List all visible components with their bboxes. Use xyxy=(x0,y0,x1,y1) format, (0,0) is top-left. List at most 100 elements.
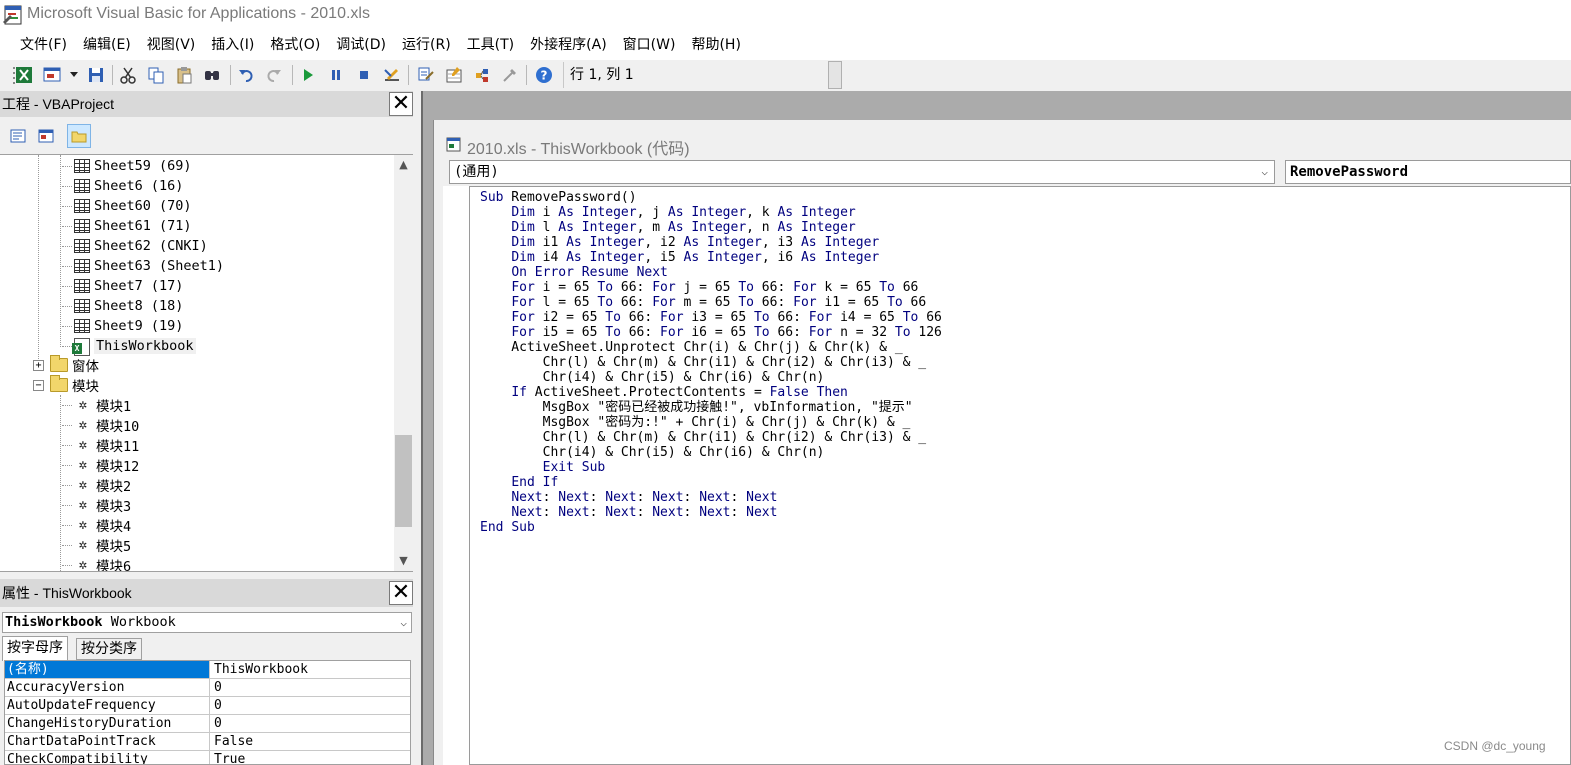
toggle-folders-button[interactable] xyxy=(67,124,91,148)
run-icon[interactable] xyxy=(298,65,318,85)
chevron-down-icon[interactable]: ⌵ xyxy=(1261,161,1268,183)
object-combo[interactable]: (通用) ⌵ xyxy=(449,160,1275,184)
paste-icon[interactable] xyxy=(174,65,194,85)
menu-edit[interactable]: 编辑(E) xyxy=(75,31,139,59)
menu-file[interactable]: 文件(F) xyxy=(12,31,75,59)
code-line[interactable]: Chr(l) & Chr(m) & Chr(i1) & Chr(i2) & Ch… xyxy=(480,355,942,370)
tree-item-sheet[interactable]: Sheet6 (16) xyxy=(62,176,183,196)
menu-insert[interactable]: 插入(I) xyxy=(203,31,262,59)
tree-item-modules-folder[interactable]: 模块 xyxy=(50,375,99,395)
collapse-modules-toggle[interactable]: − xyxy=(33,380,44,391)
redo-icon[interactable] xyxy=(264,65,284,85)
toolbar-overflow-button[interactable] xyxy=(828,61,842,89)
property-row[interactable]: (名称) ThisWorkbook xyxy=(5,661,410,679)
reset-icon[interactable] xyxy=(354,65,374,85)
tree-item-sheet[interactable]: Sheet62 (CNKI) xyxy=(62,236,208,256)
code-line[interactable]: For i2 = 65 To 66: For i3 = 65 To 66: Fo… xyxy=(480,310,942,325)
project-explorer-icon[interactable] xyxy=(416,65,436,85)
code-line[interactable]: Sub RemovePassword() xyxy=(480,190,942,205)
tree-item-module[interactable]: ✲ 模块11 xyxy=(62,435,139,455)
copy-icon[interactable] xyxy=(146,65,166,85)
code-line[interactable]: Next: Next: Next: Next: Next: Next xyxy=(480,505,942,520)
code-line[interactable]: Dim l As Integer, m As Integer, n As Int… xyxy=(480,220,942,235)
view-excel-icon[interactable] xyxy=(14,65,34,85)
tree-item-module[interactable]: ✲ 模块12 xyxy=(62,455,139,475)
code-line[interactable]: Dim i4 As Integer, i5 As Integer, i6 As … xyxy=(480,250,942,265)
code-line[interactable]: Dim i1 As Integer, i2 As Integer, i3 As … xyxy=(480,235,942,250)
tree-item-sheet[interactable]: Sheet8 (18) xyxy=(62,296,183,316)
cut-icon[interactable] xyxy=(118,65,138,85)
tree-item-sheet[interactable]: Sheet61 (71) xyxy=(62,216,192,236)
project-tree[interactable]: Sheet59 (69) Sheet6 (16) Sheet60 (70) Sh… xyxy=(0,154,413,572)
tree-item-module[interactable]: ✲ 模块3 xyxy=(62,495,131,515)
code-line[interactable]: For i5 = 65 To 66: For i6 = 65 To 66: Fo… xyxy=(480,325,942,340)
tree-item-module[interactable]: ✲ 模块2 xyxy=(62,475,131,495)
tree-item-sheet[interactable]: Sheet7 (17) xyxy=(62,276,183,296)
scrollbar-thumb[interactable] xyxy=(395,435,412,527)
tab-categorized[interactable]: 按分类序 xyxy=(76,638,142,660)
menu-help[interactable]: 帮助(H) xyxy=(683,31,748,59)
object-browser-icon[interactable] xyxy=(472,65,492,85)
procedure-combo[interactable]: RemovePassword xyxy=(1285,160,1571,184)
menu-view[interactable]: 视图(V) xyxy=(139,31,204,59)
property-row[interactable]: ChartDataPointTrack False xyxy=(5,733,410,751)
tree-item-thisworkbook[interactable]: ThisWorkbook xyxy=(62,336,196,356)
tree-item-module[interactable]: ✲ 模块4 xyxy=(62,515,131,535)
tab-alphabetic[interactable]: 按字母序 xyxy=(2,636,68,661)
project-close-button[interactable]: ✕ xyxy=(389,92,413,116)
properties-close-button[interactable]: ✕ xyxy=(389,581,413,605)
chevron-down-icon[interactable]: ⌵ xyxy=(400,613,407,632)
undo-icon[interactable] xyxy=(236,65,256,85)
code-margin[interactable] xyxy=(443,186,470,765)
property-row[interactable]: ChangeHistoryDuration 0 xyxy=(5,715,410,733)
menu-window[interactable]: 窗口(W) xyxy=(615,31,684,59)
property-row[interactable]: AccuracyVersion 0 xyxy=(5,679,410,697)
code-line[interactable]: For l = 65 To 66: For m = 65 To 66: For … xyxy=(480,295,942,310)
break-icon[interactable] xyxy=(326,65,346,85)
code-line[interactable]: For i = 65 To 66: For j = 65 To 66: For … xyxy=(480,280,942,295)
code-line[interactable]: Dim i As Integer, j As Integer, k As Int… xyxy=(480,205,942,220)
code-line[interactable]: Chr(i4) & Chr(i5) & Chr(i6) & Chr(n) xyxy=(480,445,942,460)
scroll-down-icon[interactable]: ▼ xyxy=(394,552,413,570)
toolbox-icon[interactable] xyxy=(500,65,520,85)
property-row[interactable]: AutoUpdateFrequency 0 xyxy=(5,697,410,715)
project-tree-scrollbar[interactable]: ▲ ▼ xyxy=(394,155,413,571)
save-icon[interactable] xyxy=(86,65,106,85)
code-text[interactable]: Sub RemovePassword() Dim i As Integer, j… xyxy=(480,190,942,535)
menu-run[interactable]: 运行(R) xyxy=(394,31,459,59)
menu-tools[interactable]: 工具(T) xyxy=(459,31,522,59)
view-object-button[interactable] xyxy=(34,124,58,148)
object-selector[interactable]: ThisWorkbook Workbook ⌵ xyxy=(2,612,412,633)
code-line[interactable]: End If xyxy=(480,475,942,490)
code-line[interactable]: End Sub xyxy=(480,520,942,535)
property-row[interactable]: CheckCompatibility True xyxy=(5,751,410,764)
view-code-button[interactable] xyxy=(6,124,30,148)
code-line[interactable]: On Error Resume Next xyxy=(480,265,942,280)
code-line[interactable]: If ActiveSheet.ProtectContents = False T… xyxy=(480,385,942,400)
tree-item-sheet[interactable]: Sheet59 (69) xyxy=(62,156,192,176)
help-icon[interactable]: ? xyxy=(534,65,554,85)
expand-forms-toggle[interactable]: + xyxy=(33,360,44,371)
insert-dropdown-icon[interactable] xyxy=(64,65,84,85)
find-icon[interactable] xyxy=(202,65,222,85)
insert-userform-icon[interactable] xyxy=(42,65,62,85)
tree-item-module[interactable]: ✲ 模块1 xyxy=(62,395,131,415)
code-line[interactable]: Chr(i4) & Chr(i5) & Chr(i6) & Chr(n) xyxy=(480,370,942,385)
code-line[interactable]: ActiveSheet.Unprotect Chr(i) & Chr(j) & … xyxy=(480,340,942,355)
code-line[interactable]: Next: Next: Next: Next: Next: Next xyxy=(480,490,942,505)
tree-item-sheet[interactable]: Sheet60 (70) xyxy=(62,196,192,216)
code-line[interactable]: MsgBox "密码为:!" + Chr(i) & Chr(j) & Chr(k… xyxy=(480,415,942,430)
menu-format[interactable]: 格式(O) xyxy=(262,31,328,59)
code-line[interactable]: Chr(l) & Chr(m) & Chr(i1) & Chr(i2) & Ch… xyxy=(480,430,942,445)
tree-item-module[interactable]: ✲ 模块5 xyxy=(62,535,131,555)
tree-item-sheet[interactable]: Sheet9 (19) xyxy=(62,316,183,336)
tree-item-forms-folder[interactable]: 窗体 xyxy=(50,355,99,375)
scroll-up-icon[interactable]: ▲ xyxy=(394,156,413,174)
tree-item-module[interactable]: ✲ 模块6 xyxy=(62,555,131,571)
tree-item-module[interactable]: ✲ 模块10 xyxy=(62,415,139,435)
code-line[interactable]: MsgBox "密码已经被成功接触!", vbInformation, "提示" xyxy=(480,400,942,415)
menu-addins[interactable]: 外接程序(A) xyxy=(522,31,615,59)
tree-item-sheet[interactable]: Sheet63 (Sheet1) xyxy=(62,256,224,276)
menu-debug[interactable]: 调试(D) xyxy=(328,31,394,59)
properties-window-icon[interactable] xyxy=(444,65,464,85)
